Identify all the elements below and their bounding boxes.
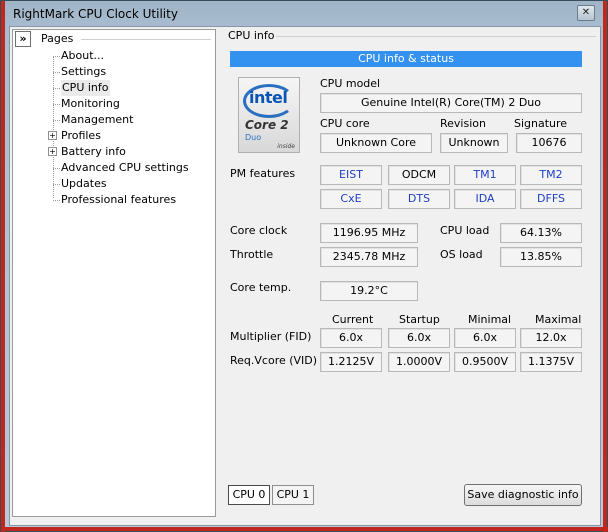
cpu-model-field: Genuine Intel(R) Core(TM) 2 Duo [320, 93, 582, 113]
cpu-load-field: 64.13% [500, 223, 582, 243]
vcore-row-label: Req.Vcore (VID) [230, 354, 318, 367]
revision-label: Revision [440, 117, 486, 130]
pm-feature-tm1: TM1 [454, 165, 516, 185]
pm-feature-dts: DTS [388, 189, 450, 209]
cpu-load-label: CPU load [440, 224, 490, 237]
tree-item-about[interactable]: About... [61, 48, 104, 64]
close-button[interactable]: ✕ [577, 5, 595, 21]
vcore-maximal: 1.1375V [520, 352, 582, 372]
tree-item-battery-info[interactable]: Battery info [61, 144, 126, 160]
tree-branch [53, 184, 60, 185]
core-clock-field: 1196.95 MHz [320, 223, 418, 243]
signature-field: 10676 [516, 133, 582, 153]
client-area: » Pages About... Settings CPU info Monit… [9, 26, 601, 526]
intel-core2-duo-logo: intel Core 2 Duo inside [238, 77, 300, 153]
pm-feature-tm2: TM2 [520, 165, 582, 185]
app-window: RightMark CPU Clock Utility ✕ » Pages Ab… [0, 0, 608, 532]
multiplier-startup: 6.0x [388, 328, 450, 348]
logo-inside: inside [277, 143, 295, 150]
os-load-label: OS load [440, 248, 483, 261]
vcore-minimal: 0.9500V [454, 352, 516, 372]
section-divider [276, 36, 596, 37]
window-title: RightMark CPU Clock Utility [13, 7, 178, 21]
title-bar[interactable]: RightMark CPU Clock Utility ✕ [5, 3, 605, 25]
background-edge-left [1, 1, 5, 532]
multiplier-current: 6.0x [320, 328, 382, 348]
column-maximal: Maximal [535, 313, 582, 326]
background-edge-right [603, 1, 607, 532]
signature-label: Signature [514, 117, 568, 130]
tree-connector-line [53, 56, 54, 198]
profiles-expand-icon[interactable]: + [48, 131, 57, 140]
logo-brand: intel [249, 88, 288, 107]
tree-branch [53, 168, 60, 169]
tree-branch [53, 56, 60, 57]
pm-feature-dffs: DFFS [520, 189, 582, 209]
cpu-core-label: CPU core [320, 117, 370, 130]
tree-item-monitoring[interactable]: Monitoring [61, 96, 120, 112]
column-minimal: Minimal [468, 313, 512, 326]
core-temp-label: Core temp. [230, 281, 292, 294]
pm-features-label: PM features [230, 167, 296, 180]
logo-line: Core 2 [245, 118, 289, 132]
core-temp-field: 19.2°C [320, 281, 418, 301]
os-load-field: 13.85% [500, 247, 582, 267]
pm-feature-odcm: ODCM [388, 165, 450, 185]
tree-branch [53, 104, 60, 105]
tree-item-professional-features[interactable]: Professional features [61, 192, 176, 208]
multiplier-maximal: 12.0x [520, 328, 582, 348]
column-current: Current [332, 313, 374, 326]
tree-item-updates[interactable]: Updates [61, 176, 107, 192]
cpu-info-panel: CPU info CPU info & status intel Core 2 … [224, 27, 600, 525]
multiplier-minimal: 6.0x [454, 328, 516, 348]
tab-cpu-0[interactable]: CPU 0 [228, 485, 270, 505]
section-title: CPU info [228, 29, 275, 42]
pm-feature-cxe: CxE [320, 189, 382, 209]
pages-sidebar: » Pages About... Settings CPU info Monit… [12, 29, 216, 517]
tab-cpu-1[interactable]: CPU 1 [272, 485, 314, 505]
tree-branch [53, 72, 60, 73]
throttle-label: Throttle [230, 248, 274, 261]
logo-sub: Duo [245, 133, 262, 142]
tree-item-cpu-info[interactable]: CPU info [61, 80, 110, 96]
cpu-model-label: CPU model [320, 77, 381, 90]
pm-feature-eist: EIST [320, 165, 382, 185]
tree-item-advanced-cpu-settings[interactable]: Advanced CPU settings [61, 160, 189, 176]
collapse-sidebar-button[interactable]: » [15, 31, 31, 47]
tree-branch [53, 120, 60, 121]
pm-feature-ida: IDA [454, 189, 516, 209]
core-clock-label: Core clock [230, 224, 288, 237]
battery-info-expand-icon[interactable]: + [48, 147, 57, 156]
save-diagnostic-info-button[interactable]: Save diagnostic info [464, 484, 582, 506]
tree-branch [53, 88, 60, 89]
tree-item-management[interactable]: Management [61, 112, 133, 128]
pages-title: Pages [41, 32, 74, 45]
revision-field: Unknown [440, 133, 508, 153]
tree-item-settings[interactable]: Settings [61, 64, 106, 80]
tree-item-profiles[interactable]: Profiles [61, 128, 101, 144]
vcore-startup: 1.0000V [388, 352, 450, 372]
pages-title-divider [81, 39, 211, 40]
tree-branch [53, 200, 60, 201]
vcore-current: 1.2125V [320, 352, 382, 372]
column-startup: Startup [399, 313, 440, 326]
background-edge-bottom [1, 527, 608, 531]
throttle-field: 2345.78 MHz [320, 247, 418, 267]
cpu-core-field: Unknown Core [320, 133, 432, 153]
status-banner: CPU info & status [230, 51, 582, 67]
multiplier-row-label: Multiplier (FID) [230, 330, 312, 343]
